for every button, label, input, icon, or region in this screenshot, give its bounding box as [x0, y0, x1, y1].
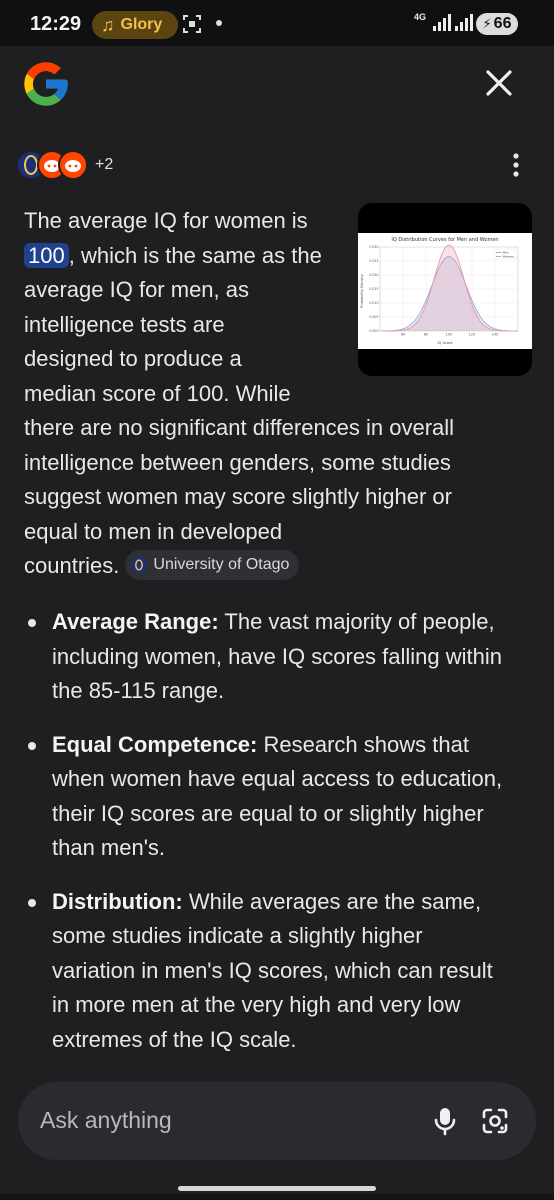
bullet-text: than men's. — [52, 835, 166, 860]
screenshot-icon — [183, 15, 201, 33]
status-bar: 12:29 ♫ Glory 4G ⚡ 66 — [0, 0, 554, 46]
answer-line: there are no significant differences in … — [24, 415, 455, 440]
lens-icon[interactable] — [476, 1102, 514, 1140]
status-time: 12:29 — [30, 13, 82, 35]
answer-text: , which is the same as the — [68, 242, 322, 268]
answer-line: equal to men in developed — [24, 518, 283, 544]
bullet-list: Average Range: The vast majority of peop… — [24, 605, 534, 1076]
answer-line: The average IQ for women is — [24, 208, 308, 233]
list-item: Distribution: While averages are the sam… — [24, 885, 534, 1058]
answer-line: designed to produce a — [24, 346, 242, 371]
university-crest-icon — [131, 557, 148, 573]
answer-line: average IQ for men, as — [24, 277, 249, 302]
bullet-text: in more men at the very high and very lo… — [52, 992, 461, 1017]
network-type: 4G — [414, 12, 427, 22]
close-icon[interactable] — [478, 62, 520, 104]
source-avatar-reddit — [58, 150, 88, 180]
answer-line: countries. University of Otago — [24, 549, 534, 584]
more-sources-count: +2 — [95, 156, 114, 173]
answer-paragraph: The average IQ for women is 100, which i… — [24, 204, 534, 584]
bullet-text: While averages are the same, — [188, 888, 482, 914]
battery-indicator: ⚡ 66 — [476, 13, 518, 35]
media-title: Glory — [120, 16, 163, 33]
battery-level: 66 — [493, 15, 512, 32]
bullet-text: Research shows that — [263, 731, 469, 757]
mic-icon[interactable] — [426, 1102, 464, 1140]
bullet-text: their IQ scores are equal to or slightly… — [52, 800, 484, 826]
notification-dot — [216, 20, 222, 26]
media-pill[interactable]: ♫ Glory — [92, 11, 178, 39]
bullet-text: when women have equal access to educatio… — [52, 766, 503, 791]
bullet-dot — [28, 619, 36, 627]
music-note-icon: ♫ — [101, 14, 115, 35]
bullet-title: Equal Competence: — [52, 731, 258, 757]
bullet-text: extremes of the IQ scale. — [52, 1026, 297, 1052]
signal-icon — [455, 14, 473, 31]
highlighted-answer[interactable]: 100 — [24, 242, 69, 268]
bullet-text: variation in men's IQ scores, which can … — [52, 957, 493, 983]
bullet-text: some studies indicate a slightly higher — [52, 923, 423, 948]
bullet-text: including women, have IQ scores falling … — [52, 643, 503, 669]
list-item: Average Range: The vast majority of peop… — [24, 605, 534, 709]
more-vert-icon[interactable] — [500, 148, 532, 182]
answer-line: intelligence between genders, some studi… — [24, 449, 451, 475]
gesture-handle — [178, 1186, 376, 1191]
list-item: Equal Competence: Research shows that wh… — [24, 728, 534, 866]
bullet-title: Average Range: — [52, 609, 219, 634]
bullet-dot — [28, 741, 36, 750]
ask-input[interactable]: Ask anything — [18, 1082, 536, 1160]
answer-line: 100, which is the same as the — [24, 239, 534, 274]
google-logo — [24, 62, 68, 106]
signal-icon — [433, 14, 451, 31]
system-nav-strip — [0, 1194, 554, 1200]
answer-text: countries. — [24, 553, 120, 578]
answer-line: median score of 100. While — [24, 380, 291, 406]
bullet-text: The vast majority of people, — [224, 609, 495, 634]
citation-label: University of Otago — [153, 555, 290, 573]
reddit-icon — [65, 160, 81, 172]
sources-row[interactable]: +2 — [16, 149, 113, 181]
citation-chip[interactable]: University of Otago — [125, 550, 300, 580]
answer-line: intelligence tests are — [24, 311, 225, 337]
battery-icon: ⚡ — [482, 16, 492, 31]
bullet-text: the 85-115 range. — [52, 678, 225, 703]
answer-line: suggest women may score slightly higher … — [24, 484, 452, 509]
bullet-dot — [28, 898, 36, 907]
ask-placeholder: Ask anything — [40, 1107, 172, 1133]
bullet-title: Distribution: — [52, 888, 183, 914]
